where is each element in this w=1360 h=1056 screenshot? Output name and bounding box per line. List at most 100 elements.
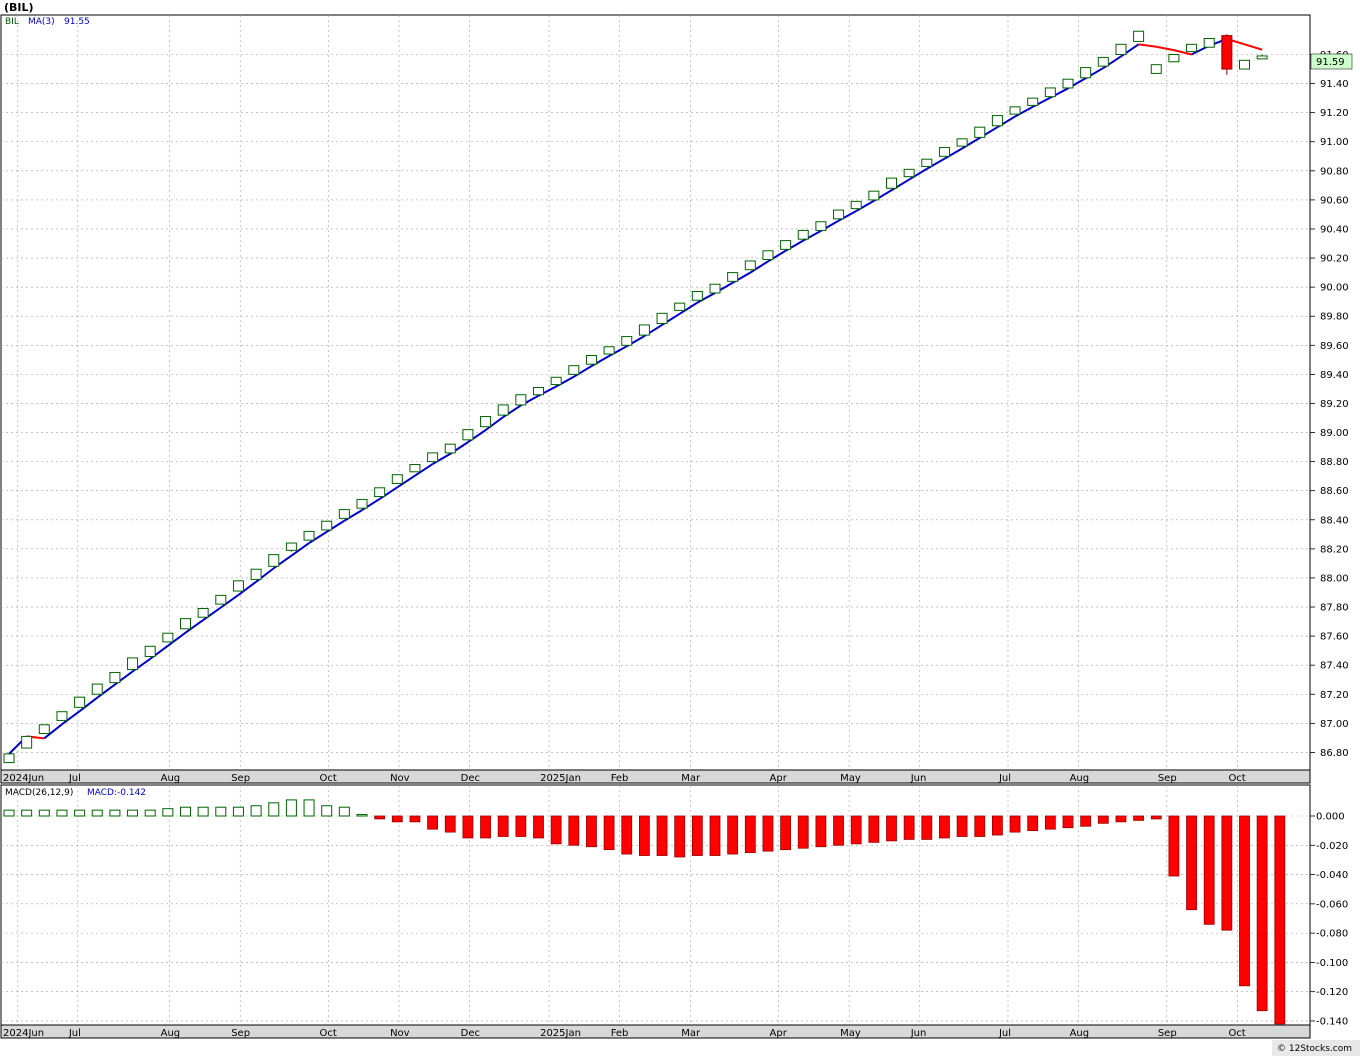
- candle-body: [1239, 59, 1250, 70]
- price-candle: [356, 498, 368, 509]
- month-label: Jun: [910, 773, 927, 784]
- candle-body: [762, 250, 774, 261]
- candle-body: [356, 498, 368, 509]
- candle-body: [621, 336, 633, 346]
- macd-bar: [1203, 815, 1215, 925]
- month-label: Jul: [68, 1028, 81, 1039]
- macd-bar: [285, 799, 297, 817]
- macd-bar: [939, 815, 950, 839]
- candle-body: [744, 260, 756, 271]
- price-candle: [232, 580, 244, 592]
- price-candle: [303, 530, 315, 541]
- price-y-tick-label: 89.60: [1320, 341, 1349, 352]
- macd-bar: [974, 815, 986, 837]
- price-candle: [956, 138, 968, 147]
- price-y-tick-label: 88.00: [1320, 573, 1349, 584]
- macd-bar: [797, 815, 809, 849]
- price-candle: [1221, 34, 1233, 75]
- macd-bar: [462, 815, 474, 839]
- candle-body: [1115, 43, 1127, 55]
- month-label: Feb: [611, 773, 629, 784]
- candle-body: [638, 324, 650, 336]
- candle-body: [1168, 54, 1180, 63]
- candle-body: [374, 487, 386, 498]
- price-candle: [285, 542, 297, 552]
- price-candle: [409, 464, 421, 473]
- price-y-tick-label: 91.00: [1320, 137, 1349, 148]
- price-candle: [1062, 78, 1074, 89]
- candle-body: [91, 683, 103, 695]
- macd-y-tick-label: -0.120: [1316, 987, 1348, 998]
- price-candle: [780, 240, 792, 250]
- price-y-tick-label: 88.20: [1320, 544, 1349, 555]
- price-candle: [321, 520, 333, 531]
- macd-bar: [250, 805, 262, 817]
- macd-bar: [533, 815, 544, 839]
- macd-bar: [1239, 815, 1250, 987]
- macd-bar: [197, 806, 209, 817]
- price-candle: [1115, 43, 1127, 55]
- price-y-tick-label: 91.20: [1320, 108, 1349, 119]
- macd-y-tick-label: -0.060: [1316, 899, 1348, 910]
- candle-body: [180, 618, 191, 630]
- macd-y-tick-label: 0.000: [1316, 812, 1345, 823]
- candle-body: [674, 302, 686, 311]
- macd-bar: [921, 815, 933, 840]
- price-candle: [144, 645, 156, 657]
- price-candle: [833, 209, 845, 220]
- macd-bar: [1115, 815, 1127, 823]
- legend-ma-value: 91.55: [64, 17, 90, 27]
- macd-bar: [338, 806, 350, 817]
- macd-bar: [744, 815, 756, 853]
- macd-bar: [1009, 815, 1021, 833]
- macd-bar: [815, 815, 827, 848]
- month-label: Aug: [1070, 1028, 1090, 1039]
- price-candle: [991, 115, 1003, 127]
- macd-bar: [621, 815, 633, 855]
- price-candle: [480, 416, 492, 428]
- candle-body: [444, 443, 456, 454]
- candle-body: [568, 365, 580, 375]
- price-candle: [497, 404, 509, 416]
- candle-body: [709, 283, 721, 294]
- month-label: Aug: [161, 773, 181, 784]
- price-candle: [691, 291, 703, 301]
- price-y-tick-label: 90.00: [1320, 283, 1349, 294]
- macd-bar: [1256, 815, 1268, 1012]
- candle-body: [462, 429, 474, 441]
- price-candle: [585, 354, 597, 365]
- candle-body: [3, 753, 15, 764]
- month-label: Apr: [770, 1028, 788, 1039]
- price-candle: [762, 250, 774, 261]
- price-candle: [1186, 43, 1198, 53]
- macd-bar: [603, 815, 615, 851]
- macd-bar: [127, 809, 139, 817]
- macd-bar: [409, 815, 421, 823]
- price-candle: [444, 443, 456, 454]
- candle-body: [250, 568, 262, 580]
- candle-body: [215, 594, 227, 605]
- candle-body: [956, 138, 968, 147]
- month-label: Aug: [1070, 773, 1090, 784]
- price-candle: [886, 177, 897, 189]
- candle-body: [550, 376, 562, 386]
- price-y-tick-label: 87.00: [1320, 719, 1349, 730]
- price-candle: [533, 386, 544, 396]
- macd-bar: [268, 802, 280, 817]
- price-candle: [868, 190, 880, 201]
- candle-body: [1097, 56, 1109, 67]
- price-candle: [215, 594, 227, 605]
- candle-body: [903, 168, 915, 178]
- candle-body: [109, 671, 121, 684]
- month-label: Oct: [319, 1028, 336, 1039]
- month-label: Jul: [998, 773, 1011, 784]
- candle-body: [321, 520, 333, 531]
- candle-body: [127, 657, 139, 671]
- price-candle: [1044, 87, 1056, 98]
- month-label: Feb: [611, 1028, 629, 1039]
- price-y-tick-label: 91.40: [1320, 79, 1349, 90]
- candle-body: [338, 509, 350, 519]
- price-candle: [427, 452, 439, 463]
- macd-bar: [1168, 815, 1180, 877]
- price-candle: [1239, 59, 1250, 70]
